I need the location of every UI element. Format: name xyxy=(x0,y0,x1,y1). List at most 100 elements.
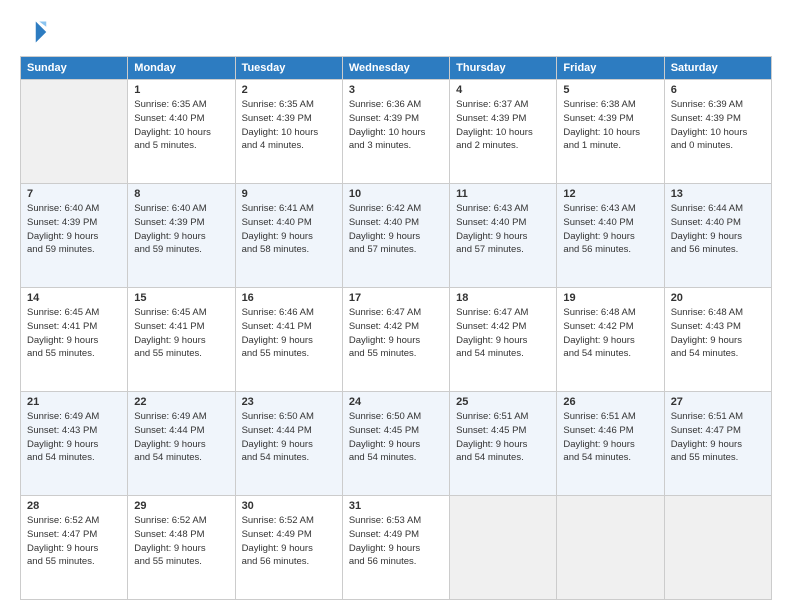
day-cell xyxy=(557,496,664,600)
day-cell xyxy=(450,496,557,600)
day-info: Sunrise: 6:38 AM Sunset: 4:39 PM Dayligh… xyxy=(563,98,657,153)
day-cell: 6 Sunrise: 6:39 AM Sunset: 4:39 PM Daylig… xyxy=(664,80,771,184)
day-cell: 11 Sunrise: 6:43 AM Sunset: 4:40 PM Dayli… xyxy=(450,184,557,288)
calendar-table: SundayMondayTuesdayWednesdayThursdayFrid… xyxy=(20,56,772,600)
day-info: Sunrise: 6:45 AM Sunset: 4:41 PM Dayligh… xyxy=(27,306,121,361)
day-number: 12 xyxy=(563,188,657,200)
day-number: 27 xyxy=(671,396,765,408)
day-info: Sunrise: 6:39 AM Sunset: 4:39 PM Dayligh… xyxy=(671,98,765,153)
header xyxy=(20,18,772,46)
week-row: 1Sunrise: 6:35 AM Sunset: 4:40 PM Daylig… xyxy=(21,80,772,184)
day-cell: 17 Sunrise: 6:47 AM Sunset: 4:42 PM Dayli… xyxy=(342,288,449,392)
logo-icon xyxy=(20,18,48,46)
day-number: 19 xyxy=(563,292,657,304)
day-cell: 19Sunrise: 6:48 AM Sunset: 4:42 PM Dayli… xyxy=(557,288,664,392)
day-cell: 22Sunrise: 6:49 AM Sunset: 4:44 PM Dayli… xyxy=(128,392,235,496)
day-number: 25 xyxy=(456,396,550,408)
day-info: Sunrise: 6:37 AM Sunset: 4:39 PM Dayligh… xyxy=(456,98,550,153)
header-day: Sunday xyxy=(21,57,128,80)
day-info: Sunrise: 6:44 AM Sunset: 4:40 PM Dayligh… xyxy=(671,202,765,257)
day-number: 13 xyxy=(671,188,765,200)
day-cell: 4 Sunrise: 6:37 AM Sunset: 4:39 PM Daylig… xyxy=(450,80,557,184)
header-day: Saturday xyxy=(664,57,771,80)
day-info: Sunrise: 6:43 AM Sunset: 4:40 PM Dayligh… xyxy=(563,202,657,257)
day-info: Sunrise: 6:48 AM Sunset: 4:43 PM Dayligh… xyxy=(671,306,765,361)
day-info: Sunrise: 6:52 AM Sunset: 4:48 PM Dayligh… xyxy=(134,514,228,569)
day-info: Sunrise: 6:41 AM Sunset: 4:40 PM Dayligh… xyxy=(242,202,336,257)
day-cell: 10Sunrise: 6:42 AM Sunset: 4:40 PM Dayli… xyxy=(342,184,449,288)
day-info: Sunrise: 6:47 AM Sunset: 4:42 PM Dayligh… xyxy=(349,306,443,361)
day-info: Sunrise: 6:40 AM Sunset: 4:39 PM Dayligh… xyxy=(134,202,228,257)
day-info: Sunrise: 6:35 AM Sunset: 4:40 PM Dayligh… xyxy=(134,98,228,153)
day-cell: 3 Sunrise: 6:36 AM Sunset: 4:39 PM Daylig… xyxy=(342,80,449,184)
header-day: Tuesday xyxy=(235,57,342,80)
day-info: Sunrise: 6:46 AM Sunset: 4:41 PM Dayligh… xyxy=(242,306,336,361)
day-number: 2 xyxy=(242,84,336,96)
day-number: 5 xyxy=(563,84,657,96)
day-cell: 9 Sunrise: 6:41 AM Sunset: 4:40 PM Daylig… xyxy=(235,184,342,288)
day-number: 31 xyxy=(349,500,443,512)
day-number: 26 xyxy=(563,396,657,408)
header-day: Friday xyxy=(557,57,664,80)
day-cell: 12 Sunrise: 6:43 AM Sunset: 4:40 PM Dayli… xyxy=(557,184,664,288)
day-info: Sunrise: 6:42 AM Sunset: 4:40 PM Dayligh… xyxy=(349,202,443,257)
logo xyxy=(20,18,52,46)
day-info: Sunrise: 6:53 AM Sunset: 4:49 PM Dayligh… xyxy=(349,514,443,569)
day-info: Sunrise: 6:50 AM Sunset: 4:45 PM Dayligh… xyxy=(349,410,443,465)
day-number: 7 xyxy=(27,188,121,200)
day-number: 18 xyxy=(456,292,550,304)
week-row: 28Sunrise: 6:52 AM Sunset: 4:47 PM Dayli… xyxy=(21,496,772,600)
day-info: Sunrise: 6:36 AM Sunset: 4:39 PM Dayligh… xyxy=(349,98,443,153)
day-number: 23 xyxy=(242,396,336,408)
header-day: Monday xyxy=(128,57,235,80)
day-cell: 30Sunrise: 6:52 AM Sunset: 4:49 PM Dayli… xyxy=(235,496,342,600)
day-number: 11 xyxy=(456,188,550,200)
day-cell: 23 Sunrise: 6:50 AM Sunset: 4:44 PM Dayli… xyxy=(235,392,342,496)
day-number: 21 xyxy=(27,396,121,408)
day-number: 3 xyxy=(349,84,443,96)
day-cell: 27Sunrise: 6:51 AM Sunset: 4:47 PM Dayli… xyxy=(664,392,771,496)
day-info: Sunrise: 6:50 AM Sunset: 4:44 PM Dayligh… xyxy=(242,410,336,465)
day-cell: 18 Sunrise: 6:47 AM Sunset: 4:42 PM Dayli… xyxy=(450,288,557,392)
day-cell: 31 Sunrise: 6:53 AM Sunset: 4:49 PM Dayli… xyxy=(342,496,449,600)
day-cell: 15Sunrise: 6:45 AM Sunset: 4:41 PM Dayli… xyxy=(128,288,235,392)
day-number: 30 xyxy=(242,500,336,512)
day-info: Sunrise: 6:52 AM Sunset: 4:47 PM Dayligh… xyxy=(27,514,121,569)
day-info: Sunrise: 6:35 AM Sunset: 4:39 PM Dayligh… xyxy=(242,98,336,153)
day-cell: 20 Sunrise: 6:48 AM Sunset: 4:43 PM Dayli… xyxy=(664,288,771,392)
day-cell: 13 Sunrise: 6:44 AM Sunset: 4:40 PM Dayli… xyxy=(664,184,771,288)
day-number: 9 xyxy=(242,188,336,200)
day-info: Sunrise: 6:51 AM Sunset: 4:45 PM Dayligh… xyxy=(456,410,550,465)
header-row: SundayMondayTuesdayWednesdayThursdayFrid… xyxy=(21,57,772,80)
day-cell: 1Sunrise: 6:35 AM Sunset: 4:40 PM Daylig… xyxy=(128,80,235,184)
day-number: 8 xyxy=(134,188,228,200)
week-row: 14 Sunrise: 6:45 AM Sunset: 4:41 PM Dayli… xyxy=(21,288,772,392)
day-number: 14 xyxy=(27,292,121,304)
header-day: Thursday xyxy=(450,57,557,80)
header-day: Wednesday xyxy=(342,57,449,80)
day-number: 20 xyxy=(671,292,765,304)
day-cell: 5 Sunrise: 6:38 AM Sunset: 4:39 PM Daylig… xyxy=(557,80,664,184)
day-cell: 21 Sunrise: 6:49 AM Sunset: 4:43 PM Dayli… xyxy=(21,392,128,496)
day-number: 24 xyxy=(349,396,443,408)
day-cell: 2 Sunrise: 6:35 AM Sunset: 4:39 PM Daylig… xyxy=(235,80,342,184)
day-cell: 7Sunrise: 6:40 AM Sunset: 4:39 PM Daylig… xyxy=(21,184,128,288)
day-info: Sunrise: 6:51 AM Sunset: 4:46 PM Dayligh… xyxy=(563,410,657,465)
day-cell: 14 Sunrise: 6:45 AM Sunset: 4:41 PM Dayli… xyxy=(21,288,128,392)
day-cell xyxy=(664,496,771,600)
day-info: Sunrise: 6:47 AM Sunset: 4:42 PM Dayligh… xyxy=(456,306,550,361)
day-cell: 16Sunrise: 6:46 AM Sunset: 4:41 PM Dayli… xyxy=(235,288,342,392)
day-info: Sunrise: 6:49 AM Sunset: 4:43 PM Dayligh… xyxy=(27,410,121,465)
day-info: Sunrise: 6:45 AM Sunset: 4:41 PM Dayligh… xyxy=(134,306,228,361)
day-number: 17 xyxy=(349,292,443,304)
week-row: 7 Sunrise: 6:40 AM Sunset: 4:39 PM Daylig… xyxy=(21,184,772,288)
day-number: 29 xyxy=(134,500,228,512)
page: SundayMondayTuesdayWednesdayThursdayFrid… xyxy=(0,0,792,612)
week-row: 21 Sunrise: 6:49 AM Sunset: 4:43 PM Dayli… xyxy=(21,392,772,496)
day-info: Sunrise: 6:43 AM Sunset: 4:40 PM Dayligh… xyxy=(456,202,550,257)
day-number: 6 xyxy=(671,84,765,96)
day-cell xyxy=(21,80,128,184)
day-cell: 8 Sunrise: 6:40 AM Sunset: 4:39 PM Daylig… xyxy=(128,184,235,288)
day-number: 4 xyxy=(456,84,550,96)
day-cell: 28Sunrise: 6:52 AM Sunset: 4:47 PM Dayli… xyxy=(21,496,128,600)
